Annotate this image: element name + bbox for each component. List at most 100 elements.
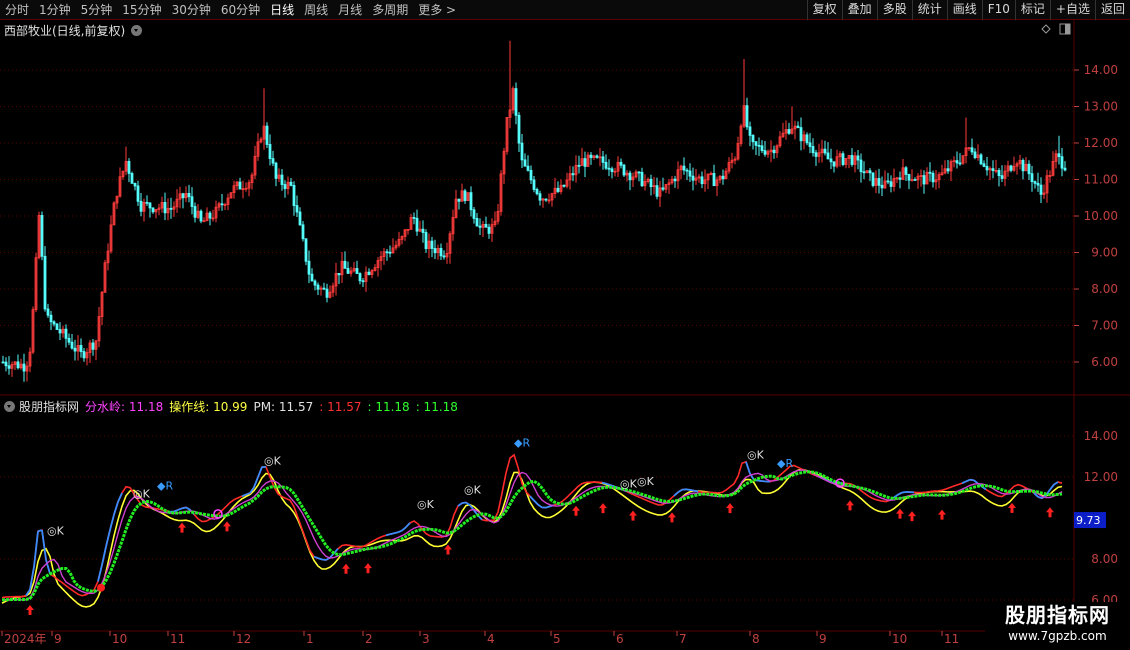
candle-body — [478, 225, 482, 228]
candle-body — [190, 196, 194, 207]
time-axis-label: 5 — [553, 632, 561, 646]
time-axis-label: 8 — [752, 632, 760, 646]
pm-line-blue — [533, 499, 539, 506]
pm-line-blue — [897, 491, 903, 496]
current-value-text: 9.73 — [1076, 514, 1101, 527]
candle-body — [520, 142, 524, 161]
time-axis-label: 9 — [819, 632, 827, 646]
candle-body — [811, 146, 815, 154]
candle-body — [682, 165, 686, 171]
indicator-value: : 11.18 — [415, 399, 458, 414]
buy-arrow-icon — [1008, 502, 1016, 513]
candle-body — [463, 190, 467, 202]
candle-body — [979, 154, 983, 165]
pm-line-blue — [321, 558, 327, 561]
candle-body — [649, 178, 653, 188]
candle-body — [238, 181, 242, 190]
pm-line-blue — [685, 488, 691, 491]
candle-body — [475, 218, 479, 227]
buy-arrow-icon — [896, 508, 904, 519]
buy-arrow-icon — [26, 604, 34, 615]
pm-line-blue — [961, 480, 967, 484]
pm-line-blue — [173, 509, 179, 513]
pm-line-blue — [97, 564, 103, 582]
candle-body — [871, 172, 875, 186]
candle-body — [322, 287, 326, 290]
candle-body — [955, 160, 959, 164]
pm-line-blue — [1053, 481, 1059, 486]
candle-body — [139, 200, 143, 212]
candle-body — [562, 184, 566, 187]
candle-body — [298, 211, 302, 226]
candle-body — [40, 214, 44, 257]
candle-body — [439, 248, 443, 257]
indicator-value: PM: 11.57 — [253, 399, 314, 414]
pm-line-blue — [181, 506, 187, 510]
time-axis-label: 12 — [236, 632, 251, 646]
time-axis-label: 11 — [170, 632, 185, 646]
pm-line-blue — [757, 479, 763, 482]
price-axis-label: 12.00 — [1084, 136, 1118, 150]
chevron-down-icon[interactable] — [4, 401, 15, 412]
indicator-value: 操作线: 10.99 — [169, 400, 248, 414]
candle-body — [187, 192, 191, 198]
candle-body — [577, 164, 581, 167]
candle-body — [655, 185, 659, 197]
candle-body — [946, 168, 950, 172]
candle-body — [346, 267, 350, 274]
candle-body — [808, 142, 812, 147]
candle-body — [829, 158, 833, 163]
candle-body — [688, 170, 692, 177]
candle-body — [307, 260, 311, 275]
candle-body — [385, 251, 389, 254]
pm-line-blue — [105, 529, 111, 547]
r-marker: ◆R — [514, 436, 530, 449]
candle-body — [55, 323, 59, 330]
candle-body — [712, 173, 716, 187]
candle-body — [358, 273, 362, 282]
candle-body — [526, 165, 530, 171]
pm-line-blue — [1049, 483, 1055, 491]
candle-body — [442, 255, 446, 258]
candle-body — [1009, 165, 1013, 171]
candle-body — [700, 176, 704, 185]
candle-body — [274, 162, 278, 179]
buy-arrow-icon — [223, 521, 231, 532]
candle-body — [151, 207, 155, 213]
candle-body — [604, 161, 608, 169]
candle-body — [814, 152, 818, 157]
indicator-name: 股朋指标网 — [19, 400, 80, 414]
candle-body — [856, 155, 860, 161]
candle-body — [889, 181, 893, 187]
stock-title: 西部牧业(日线,前复权) — [4, 24, 126, 38]
candle-body — [280, 174, 284, 185]
candle-body — [628, 172, 632, 181]
candle-body — [862, 171, 866, 174]
time-axis-label: 2024年 — [4, 632, 47, 646]
candle-body — [823, 148, 827, 154]
candle-body — [133, 183, 137, 187]
buy-arrow-icon — [572, 505, 580, 516]
chevron-down-icon[interactable] — [131, 25, 143, 36]
pm-line-blue — [537, 503, 543, 509]
buy-arrow-icon — [444, 544, 452, 555]
candle-body — [1, 361, 5, 364]
candlesticks — [1, 40, 1067, 382]
candle-body — [148, 202, 152, 209]
price-axis-label: 11.00 — [1084, 173, 1118, 187]
buy-arrow-icon — [846, 500, 854, 511]
candle-body — [931, 172, 935, 183]
kline-chart[interactable]: 14.00 13.00 12.00 11.00 10.00 9.00 8.00 7.00 6.0… — [0, 0, 1130, 650]
candle-body — [607, 167, 611, 170]
buy-arrow-icon — [599, 503, 607, 514]
candle-body — [640, 171, 644, 187]
time-axis-label: 1 — [306, 632, 314, 646]
candle-body — [301, 224, 305, 240]
candle-body — [457, 198, 461, 202]
pm-line-blue — [457, 502, 463, 507]
candle-body — [487, 226, 491, 234]
pm-line-blue — [901, 491, 907, 494]
candle-body — [58, 329, 62, 334]
pm-line-blue — [605, 482, 611, 486]
candle-body — [337, 273, 341, 276]
